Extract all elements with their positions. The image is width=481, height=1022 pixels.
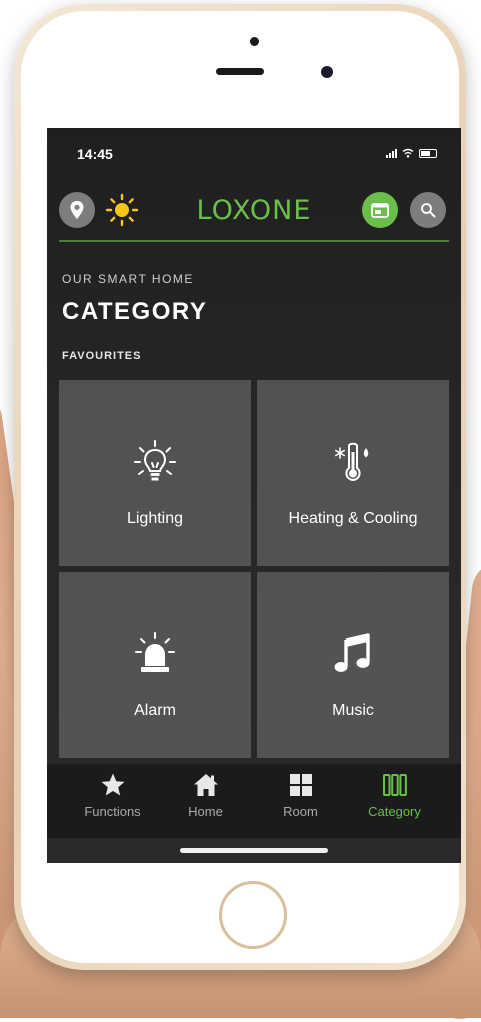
home-button[interactable] bbox=[219, 881, 287, 949]
earpiece-speaker bbox=[216, 68, 264, 75]
search-button[interactable] bbox=[410, 192, 446, 228]
calendar-icon bbox=[371, 203, 389, 218]
tile-label: Lighting bbox=[126, 510, 184, 527]
music-note-icon bbox=[334, 633, 370, 672]
top-bar: LOXONE bbox=[47, 184, 461, 234]
front-camera bbox=[321, 66, 333, 78]
tab-bar: Functions Home Room Category bbox=[47, 764, 461, 838]
signal-icon bbox=[386, 148, 397, 158]
tab-label: Functions bbox=[84, 804, 141, 819]
battery-icon bbox=[419, 148, 437, 158]
tile-label: Heating & Cooling bbox=[288, 510, 418, 527]
star-icon bbox=[101, 773, 124, 796]
tab-functions[interactable]: Functions bbox=[61, 764, 164, 838]
status-time: 14:45 bbox=[77, 146, 113, 162]
tile-alarm[interactable]: Alarm bbox=[59, 572, 251, 758]
page-title: CATEGORY bbox=[62, 298, 208, 325]
app-screen: 14:45 LOXONE OUR SMART HOME CATEGORY FAV… bbox=[47, 128, 461, 863]
tab-label: Home bbox=[188, 804, 223, 819]
tab-category[interactable]: Category bbox=[343, 764, 446, 838]
house-icon bbox=[193, 774, 218, 796]
tab-home[interactable]: Home bbox=[154, 764, 257, 838]
calendar-button[interactable] bbox=[362, 192, 398, 228]
status-bar: 14:45 bbox=[47, 128, 461, 178]
tile-heating-cooling[interactable]: Heating & Cooling bbox=[257, 380, 449, 566]
home-indicator[interactable] bbox=[180, 848, 328, 853]
tab-label: Category bbox=[368, 804, 421, 819]
brand-logo: LOXONE bbox=[196, 195, 312, 226]
tile-label: Alarm bbox=[134, 702, 176, 719]
header-divider bbox=[59, 240, 449, 242]
proximity-sensor bbox=[250, 37, 259, 46]
tile-lighting[interactable]: Lighting bbox=[59, 380, 251, 566]
status-icons bbox=[386, 148, 437, 158]
wifi-icon bbox=[402, 148, 414, 158]
thermometer-icon bbox=[335, 442, 369, 482]
tab-label: Room bbox=[283, 804, 318, 819]
tile-label: Music bbox=[332, 702, 374, 719]
page-eyebrow: OUR SMART HOME bbox=[62, 272, 194, 286]
alarm-siren-icon bbox=[135, 632, 175, 672]
lightbulb-icon bbox=[134, 440, 176, 481]
tab-room[interactable]: Room bbox=[249, 764, 352, 838]
search-icon bbox=[421, 203, 436, 218]
tile-music[interactable]: Music bbox=[257, 572, 449, 758]
section-heading: FAVOURITES bbox=[62, 350, 142, 362]
category-bars-icon bbox=[382, 774, 407, 796]
grid-icon bbox=[289, 774, 312, 796]
